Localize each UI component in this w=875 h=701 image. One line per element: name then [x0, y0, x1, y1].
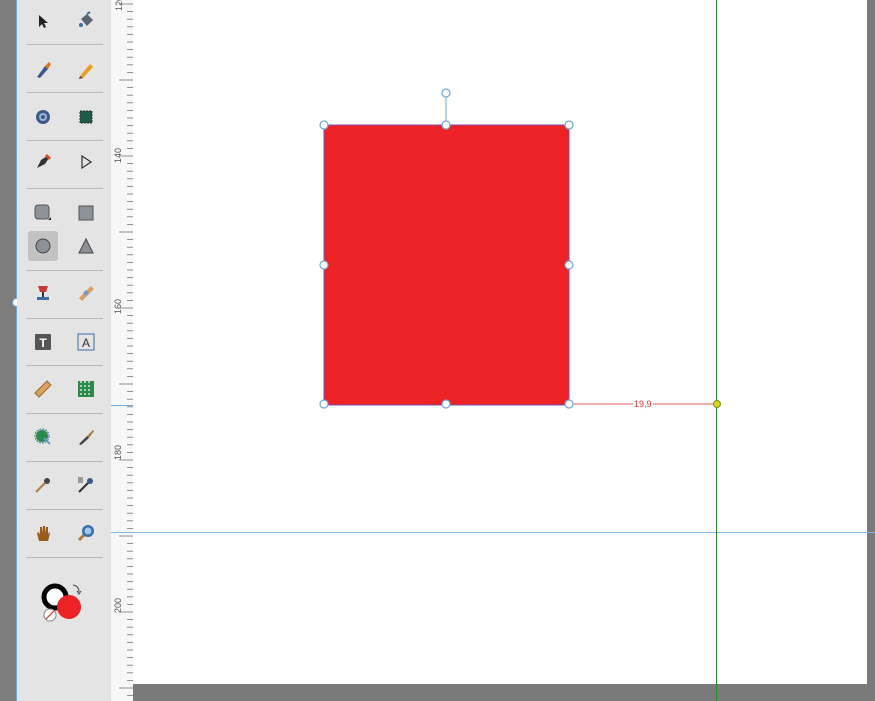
hand-icon[interactable] — [28, 518, 58, 548]
toolbox-separator — [26, 92, 103, 93]
distance-measure-label: 19,9 — [633, 399, 653, 409]
text-frame-icon[interactable]: A — [71, 327, 101, 357]
subselect-arrow-icon[interactable] — [71, 147, 101, 177]
toolbox-separator — [26, 365, 103, 366]
shape-node-icon[interactable] — [28, 102, 58, 132]
brush-icon[interactable] — [28, 55, 58, 85]
toolbox-separator — [26, 413, 103, 414]
ellipse-icon[interactable] — [28, 231, 58, 261]
stamp-icon[interactable] — [28, 278, 58, 308]
select-arrow-icon[interactable] — [28, 6, 58, 36]
toolbox-separator — [26, 270, 103, 271]
eyedropper-icon[interactable] — [28, 470, 58, 500]
knife-icon[interactable] — [71, 422, 101, 452]
ruler-icon[interactable] — [28, 374, 58, 404]
horizontal-guide-line[interactable] — [111, 532, 875, 533]
ruler-mark-120: 120 — [114, 0, 124, 11]
crop-frame-icon[interactable] — [71, 102, 101, 132]
svg-text:T: T — [39, 336, 47, 350]
toolbox-separator — [26, 557, 103, 558]
fill-bucket-icon[interactable] — [71, 6, 101, 36]
toolbox: T A — [17, 0, 112, 701]
toolbox-separator — [26, 188, 103, 189]
paint-region-icon[interactable] — [28, 422, 58, 452]
rectangle-icon[interactable] — [71, 198, 101, 228]
color-picker-icon[interactable] — [71, 470, 101, 500]
drawing-canvas[interactable] — [133, 0, 867, 684]
ruler-position-marker — [111, 405, 133, 406]
triangle-icon[interactable] — [71, 231, 101, 261]
toolbox-separator — [26, 318, 103, 319]
color-swatches-icon[interactable] — [39, 580, 89, 624]
bandage-icon[interactable] — [71, 278, 101, 308]
ruler-mark-180: 180 — [113, 444, 123, 460]
vertical-ruler[interactable]: 120 140 160 180 200 — [111, 0, 134, 701]
toolbox-separator — [26, 461, 103, 462]
zoom-icon[interactable] — [71, 518, 101, 548]
rounded-rect-icon[interactable] — [28, 198, 58, 228]
pattern-icon[interactable] — [71, 374, 101, 404]
ruler-mark-200: 200 — [113, 597, 123, 613]
ruler-mark-140: 140 — [113, 147, 123, 163]
toolbox-separator — [26, 140, 103, 141]
window-right-edge — [867, 0, 875, 701]
svg-text:A: A — [82, 336, 90, 350]
window-left-edge — [0, 0, 16, 701]
pen-icon[interactable] — [28, 147, 58, 177]
ruler-mark-160: 160 — [113, 298, 123, 314]
text-tool-icon[interactable]: T — [28, 327, 58, 357]
vertical-guide-line[interactable] — [716, 0, 717, 701]
toolbox-separator — [26, 509, 103, 510]
pencil-icon[interactable] — [71, 55, 101, 85]
toolbox-separator — [26, 44, 103, 45]
canvas-bottom-area — [133, 684, 875, 701]
